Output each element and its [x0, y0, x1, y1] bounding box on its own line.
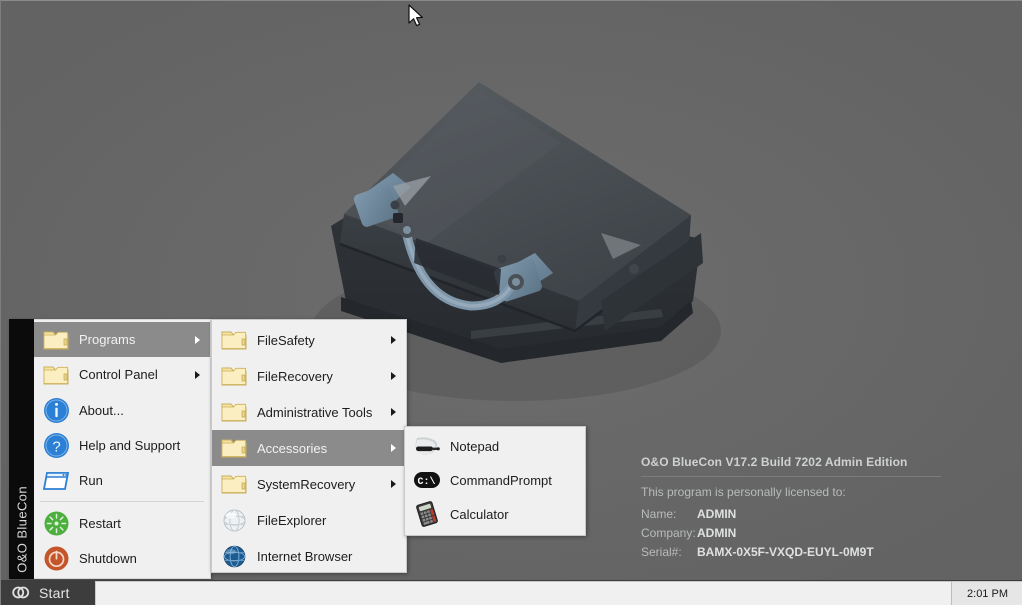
folder-icon — [218, 360, 250, 392]
submenu-item-label: FileExplorer — [257, 512, 327, 528]
submenu-item-accessories[interactable]: Accessories — [212, 430, 406, 466]
menu-item-label: Help and Support — [79, 437, 181, 453]
start-button[interactable]: Start — [1, 580, 95, 605]
chevron-right-icon — [391, 336, 396, 344]
license-row-company: Company: ADMIN — [641, 524, 941, 543]
submenu-item-label: Internet Browser — [257, 548, 353, 564]
license-company-label: Company: — [641, 526, 696, 540]
arrow-cursor — [408, 4, 423, 27]
power-icon — [40, 542, 72, 574]
chevron-right-icon — [391, 444, 396, 452]
license-title: O&O BlueCon V17.2 Build 7202 Admin Editi… — [641, 453, 941, 477]
question-icon: ? — [40, 429, 72, 461]
cmd-icon: C:\ — [411, 464, 443, 496]
white-globe-icon — [218, 504, 250, 536]
license-row-serial: Serial#: BAMX-0X5F-VXQD-EUYL-0M9T — [641, 543, 941, 562]
accessories-submenu: Notepad C:\ CommandPrompt Calculator — [404, 426, 586, 536]
license-row-name: Name: ADMIN — [641, 505, 941, 524]
oo-logo-icon — [11, 583, 30, 602]
submenu-item-fileexplorer[interactable]: FileExplorer — [212, 502, 406, 538]
menu-item-label: Restart — [79, 515, 121, 531]
submenu-item-label: Accessories — [257, 440, 328, 456]
menu-item-label: Run — [79, 473, 103, 489]
license-subtitle: This program is personally licensed to: — [641, 485, 846, 499]
submenu-item-administrative-tools[interactable]: Administrative Tools — [212, 394, 406, 430]
submenu-item-filesafety[interactable]: FileSafety — [212, 322, 406, 358]
menu-divider — [40, 501, 204, 503]
svg-text:C:\: C:\ — [417, 476, 435, 488]
menu-item-label: Programs — [79, 332, 136, 348]
run-icon — [40, 465, 72, 497]
desktop: O&O BlueCon V17.2 Build 7202 Admin Editi… — [0, 0, 1022, 605]
menu-item-shutdown[interactable]: Shutdown — [34, 541, 210, 576]
menu-item-run[interactable]: Run — [34, 463, 210, 498]
calculator-icon — [411, 498, 443, 530]
start-menu-brand-rail: O&O BlueCon — [9, 319, 34, 579]
license-serial-label: Serial#: — [641, 545, 682, 559]
license-serial-value: BAMX-0X5F-VXQD-EUYL-0M9T — [697, 545, 874, 559]
chevron-right-icon — [391, 480, 396, 488]
folder-icon — [218, 396, 250, 428]
menu-item-programs[interactable]: Programs — [34, 322, 210, 358]
taskbar-task-area[interactable] — [95, 581, 951, 605]
submenu-item-filerecovery[interactable]: FileRecovery — [212, 358, 406, 394]
submenu-item-calculator[interactable]: Calculator — [405, 497, 585, 531]
submenu-item-label: FileRecovery — [257, 368, 333, 384]
menu-item-help-and-support[interactable]: ? Help and Support — [34, 428, 210, 463]
submenu-item-commandprompt[interactable]: C:\ CommandPrompt — [405, 463, 585, 497]
submenu-item-label: Notepad — [450, 438, 500, 454]
submenu-item-label: CommandPrompt — [450, 472, 552, 488]
submenu-item-label: Calculator — [450, 506, 509, 522]
taskbar: Start 2:01 PM — [1, 580, 1022, 605]
chevron-right-icon — [391, 372, 396, 380]
folder-icon — [218, 324, 250, 356]
chevron-right-icon — [195, 370, 200, 379]
restart-icon — [40, 507, 72, 539]
system-tray[interactable]: 2:01 PM — [951, 581, 1022, 605]
blue-globe-icon — [218, 540, 250, 572]
info-icon — [40, 394, 72, 426]
menu-item-about[interactable]: About... — [34, 393, 210, 428]
start-button-label: Start — [39, 584, 70, 601]
submenu-item-label: Administrative Tools — [257, 404, 373, 420]
license-name-value: ADMIN — [697, 507, 737, 521]
chevron-right-icon — [195, 335, 200, 344]
folder-icon — [218, 468, 250, 500]
submenu-item-internet-browser[interactable]: Internet Browser — [212, 538, 406, 574]
taskbar-clock: 2:01 PM — [967, 587, 1008, 600]
start-menu-items: Programs Control Panel About... ? Help a… — [34, 319, 211, 579]
programs-submenu: FileSafety FileRecovery Administrative T… — [211, 319, 407, 573]
svg-text:?: ? — [52, 438, 60, 455]
start-menu: O&O BlueCon Programs Control Panel About… — [9, 319, 211, 579]
folder-icon — [40, 324, 72, 356]
menu-item-label: About... — [79, 402, 124, 418]
menu-item-restart[interactable]: Restart — [34, 505, 210, 540]
menu-item-label: Shutdown — [79, 550, 137, 566]
brand-rail-label: O&O BlueCon — [14, 486, 29, 573]
folder-icon — [218, 432, 250, 464]
license-info-panel: O&O BlueCon V17.2 Build 7202 Admin Editi… — [641, 453, 941, 562]
license-company-value: ADMIN — [697, 526, 737, 540]
submenu-item-systemrecovery[interactable]: SystemRecovery — [212, 466, 406, 502]
menu-item-control-panel[interactable]: Control Panel — [34, 357, 210, 392]
notepad-icon — [411, 430, 443, 462]
menu-item-label: Control Panel — [79, 367, 158, 383]
submenu-item-label: FileSafety — [257, 332, 315, 348]
folder-icon — [40, 359, 72, 391]
submenu-item-label: SystemRecovery — [257, 476, 356, 492]
submenu-item-notepad[interactable]: Notepad — [405, 429, 585, 463]
chevron-right-icon — [391, 408, 396, 416]
license-name-label: Name: — [641, 507, 677, 521]
